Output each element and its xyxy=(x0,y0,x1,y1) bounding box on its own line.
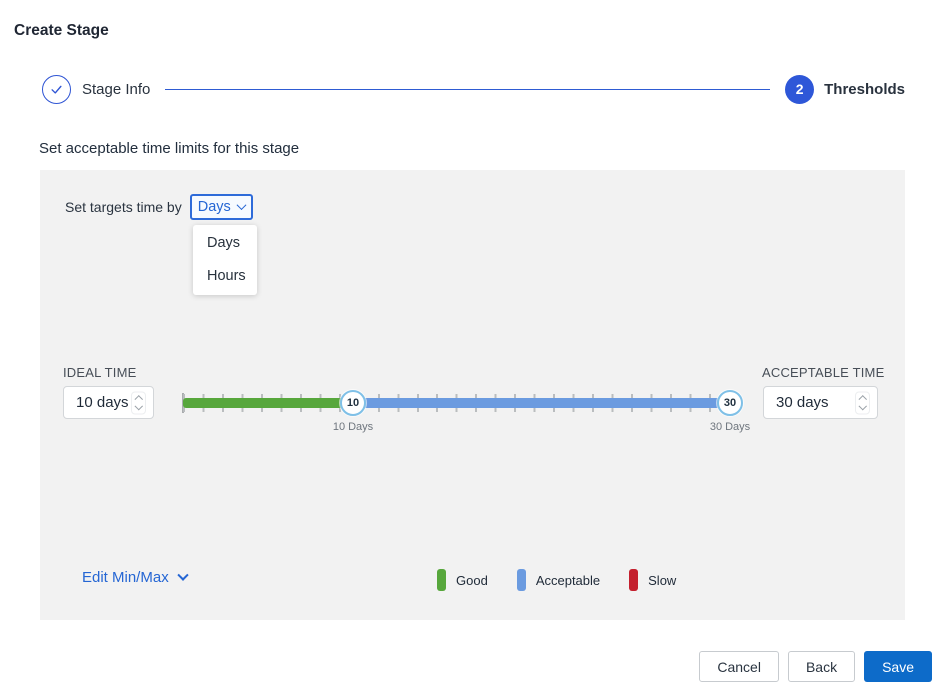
cancel-button[interactable]: Cancel xyxy=(699,651,779,682)
step-thresholds-label: Thresholds xyxy=(824,81,905,98)
step-thresholds-circle[interactable]: 2 xyxy=(785,75,814,104)
acceptable-handle-value: 30 xyxy=(724,397,736,409)
good-swatch xyxy=(437,569,446,591)
ideal-handle-label: 10 Days xyxy=(333,421,373,433)
legend-label: Slow xyxy=(648,573,676,588)
decrement-icon[interactable] xyxy=(134,402,142,410)
stepper-connector xyxy=(165,89,770,90)
back-button[interactable]: Back xyxy=(788,651,855,682)
decrement-icon[interactable] xyxy=(858,402,866,410)
acceptable-time-label: ACCEPTABLE TIME xyxy=(762,365,884,380)
footer-actions: Cancel Back Save xyxy=(699,651,932,682)
menu-item-days[interactable]: Days xyxy=(193,227,257,260)
edit-minmax-label: Edit Min/Max xyxy=(82,569,169,586)
acceptable-swatch xyxy=(517,569,526,591)
edit-minmax-link[interactable]: Edit Min/Max xyxy=(82,569,187,586)
acceptable-handle-label: 30 Days xyxy=(710,421,750,433)
ideal-time-input[interactable]: 10 days xyxy=(63,386,154,419)
acceptable-track-segment xyxy=(353,398,731,408)
acceptable-time-spinner xyxy=(855,391,871,414)
legend-item-acceptable: Acceptable xyxy=(517,569,600,591)
chevron-down-icon xyxy=(177,569,188,580)
ideal-time-label: IDEAL TIME xyxy=(63,365,137,380)
time-range-slider[interactable]: 10 30 10 Days 30 Days xyxy=(183,390,748,440)
stepper: Stage Info 2 Thresholds xyxy=(42,74,905,104)
section-subtitle: Set acceptable time limits for this stag… xyxy=(39,140,299,157)
step-number: 2 xyxy=(796,81,804,97)
chevron-down-icon xyxy=(236,200,246,210)
ideal-time-value: 10 days xyxy=(76,394,129,411)
time-unit-dropdown[interactable]: Days xyxy=(190,194,253,220)
ideal-handle-value: 10 xyxy=(347,397,359,409)
good-track-segment xyxy=(183,398,353,408)
ideal-slider-handle[interactable]: 10 xyxy=(340,390,366,416)
legend: Good Acceptable Slow xyxy=(437,569,676,591)
ideal-time-spinner xyxy=(131,391,147,414)
slow-swatch xyxy=(629,569,638,591)
menu-item-hours[interactable]: Hours xyxy=(193,260,257,293)
save-button[interactable]: Save xyxy=(864,651,932,682)
thresholds-panel: Set targets time by Days Days Hours IDEA… xyxy=(40,170,905,620)
step-stage-info-circle[interactable] xyxy=(42,75,71,104)
acceptable-slider-handle[interactable]: 30 xyxy=(717,390,743,416)
targets-label: Set targets time by xyxy=(65,199,182,215)
acceptable-time-input[interactable]: 30 days xyxy=(763,386,878,419)
targets-row: Set targets time by Days xyxy=(65,194,253,220)
legend-item-slow: Slow xyxy=(629,569,676,591)
time-unit-menu: Days Hours xyxy=(193,225,257,295)
check-icon xyxy=(49,82,64,97)
page-title: Create Stage xyxy=(14,22,109,40)
time-unit-selected: Days xyxy=(198,199,231,215)
legend-label: Acceptable xyxy=(536,573,600,588)
legend-label: Good xyxy=(456,573,488,588)
legend-item-good: Good xyxy=(437,569,488,591)
acceptable-time-value: 30 days xyxy=(776,394,829,411)
step-stage-info-label[interactable]: Stage Info xyxy=(82,81,150,98)
